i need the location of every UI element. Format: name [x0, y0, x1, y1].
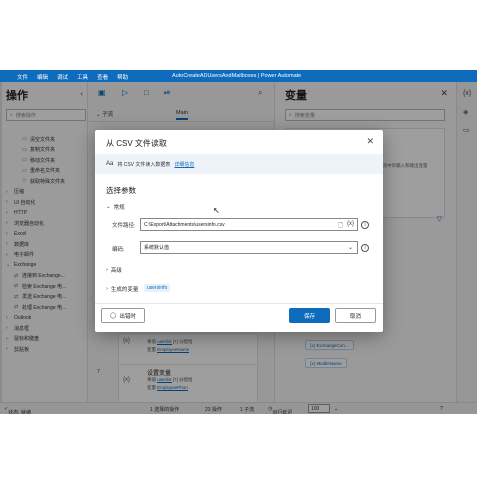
chevron-right-icon: ›	[106, 267, 108, 273]
generated-variable-badge[interactable]: usersinfo	[144, 284, 171, 292]
generated-vars-label: 生成的变量	[110, 287, 139, 293]
file-path-value: C:\Export\Attachments\usersinfo.csv	[144, 221, 225, 228]
title-bar: 文件 编辑 调试 工具 查看 帮助 AutoCreateADUsersAndMa…	[0, 70, 477, 82]
on-error-label: 出错时	[119, 313, 136, 320]
on-error-button[interactable]: ◯ 出错时	[101, 308, 145, 323]
file-path-info-icon[interactable]: i	[361, 221, 369, 229]
chevron-down-icon: ⌄	[106, 204, 111, 210]
close-icon[interactable]: ✕	[366, 136, 374, 147]
more-info-link[interactable]: 详细信息	[174, 161, 194, 168]
dialog-divider	[95, 303, 383, 304]
chevron-right-icon: ›	[106, 286, 108, 292]
chevron-down-icon: ⌄	[347, 245, 353, 251]
advanced-label: 高级	[110, 268, 122, 274]
menu-view[interactable]: 查看	[97, 73, 108, 81]
general-section-toggle[interactable]: ⌄ 常规	[106, 203, 125, 211]
encoding-select[interactable]: 系统默认值 ⌄	[140, 241, 358, 254]
background-bottom	[0, 414, 477, 477]
save-button[interactable]: 保存	[289, 308, 330, 323]
encoding-label: 编码:	[112, 247, 125, 253]
menu-debug[interactable]: 调试	[57, 73, 68, 81]
app-title: AutoCreateADUsersAndMailboxes | Power Au…	[172, 73, 302, 79]
menu-help[interactable]: 帮助	[117, 73, 128, 81]
general-label: 常规	[113, 205, 125, 211]
cancel-button[interactable]: 取消	[335, 308, 376, 323]
generated-vars-toggle[interactable]: › 生成的变量	[106, 285, 138, 293]
file-path-input[interactable]: C:\Export\Attachments\usersinfo.csv 🗋 {x…	[140, 218, 358, 231]
insert-variable-icon[interactable]: {x}	[347, 221, 354, 231]
advanced-section-toggle[interactable]: › 高级	[106, 266, 122, 274]
browse-file-icon[interactable]: 🗋	[338, 221, 343, 231]
file-path-label: 文件路径:	[112, 223, 136, 229]
dialog-description-bar: Aa 将 CSV 文件读入数据表 详细信息	[95, 154, 383, 174]
encoding-value: 系统默认值	[144, 245, 170, 251]
menu-file[interactable]: 文件	[17, 73, 28, 81]
menu-tools[interactable]: 工具	[77, 73, 88, 81]
dialog-description: 将 CSV 文件读入数据表	[117, 161, 171, 168]
encoding-info-icon[interactable]: i	[361, 244, 369, 252]
background-top	[0, 0, 477, 70]
shield-icon: ◯	[110, 312, 117, 319]
parameters-heading: 选择参数	[106, 186, 136, 195]
dialog-title: 从 CSV 文件读取	[106, 139, 167, 148]
read-csv-dialog: 从 CSV 文件读取 ✕ Aa 将 CSV 文件读入数据表 详细信息 选择参数 …	[95, 130, 383, 332]
menu-bar: 文件 编辑 调试 工具 查看 帮助	[17, 73, 128, 81]
menu-edit[interactable]: 编辑	[37, 73, 48, 81]
csv-action-icon: Aa	[106, 161, 114, 167]
mouse-cursor-icon: ↖	[213, 206, 220, 215]
